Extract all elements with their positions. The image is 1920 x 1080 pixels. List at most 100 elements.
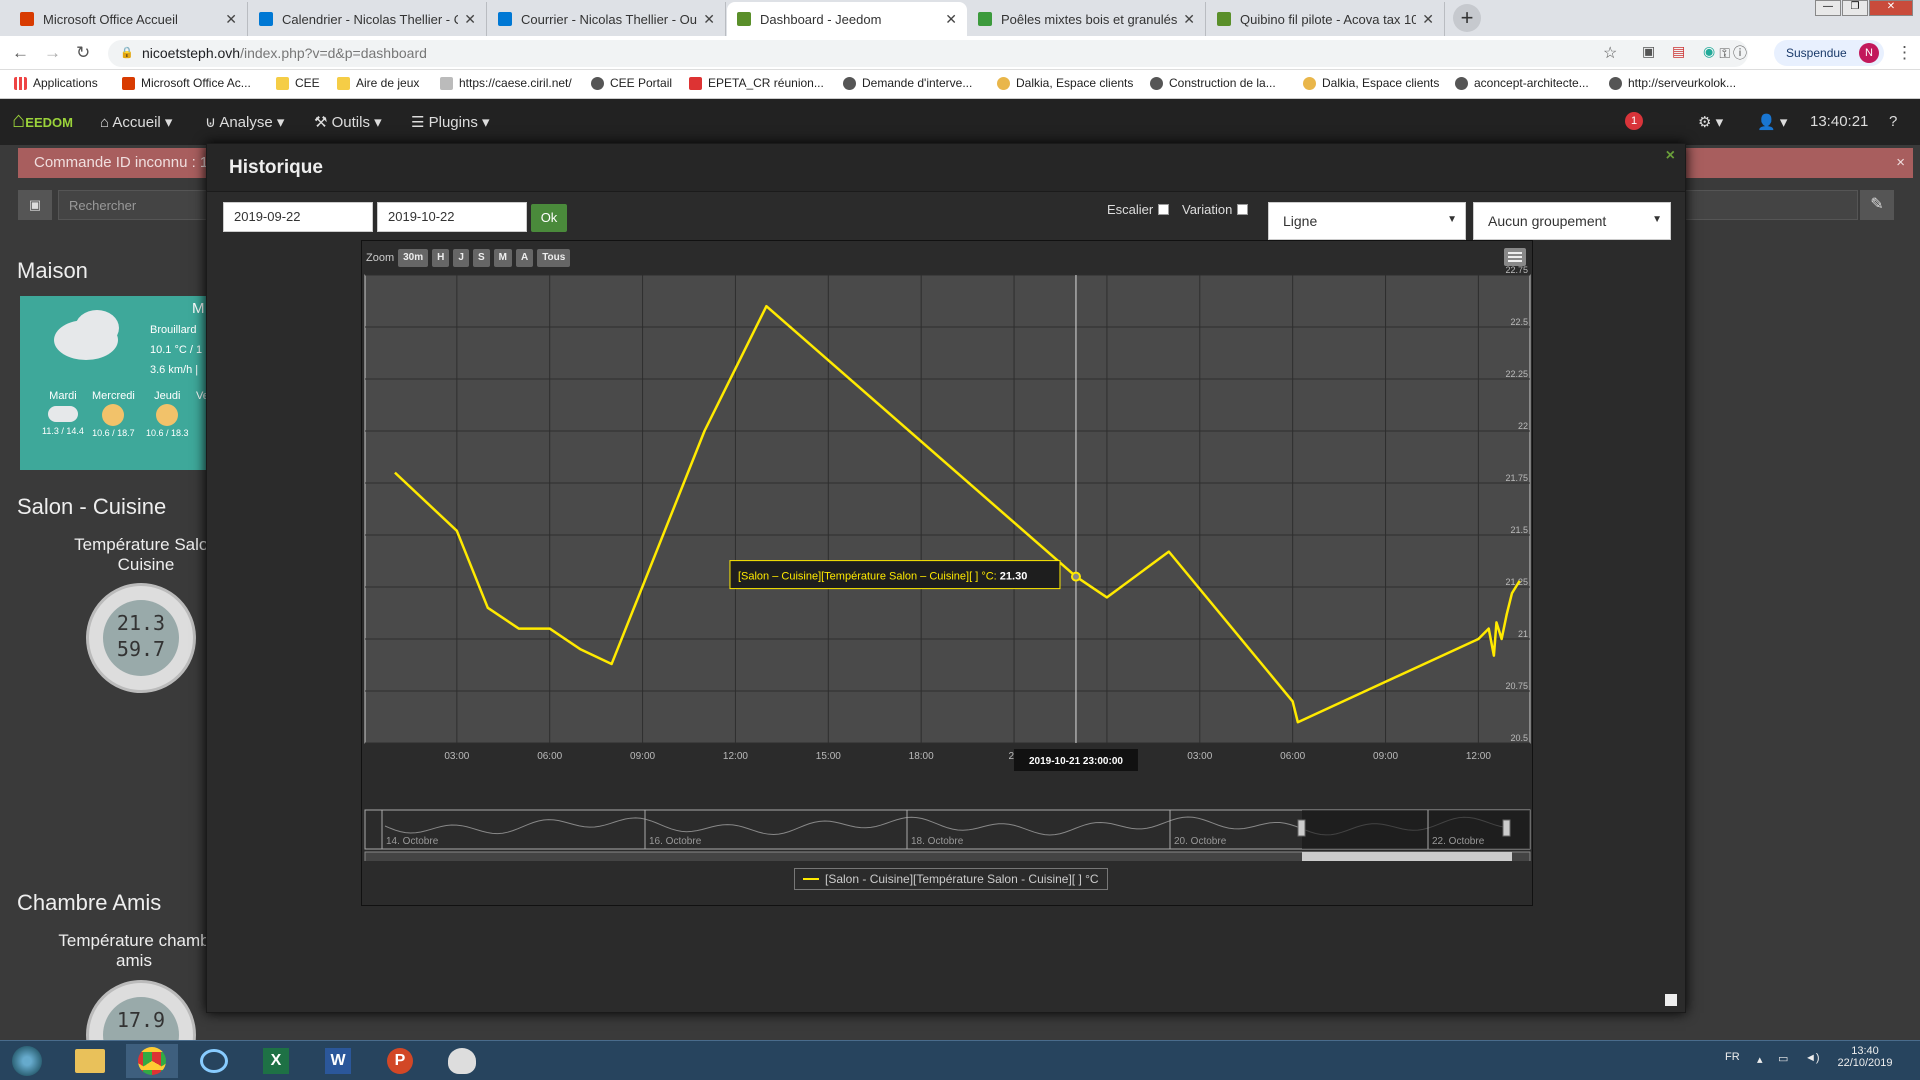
bookmark-aire-de-jeux[interactable]: Aire de jeux: [337, 76, 419, 90]
file-explorer-icon[interactable]: [64, 1044, 116, 1078]
chrome-icon[interactable]: [126, 1044, 178, 1078]
url-bar[interactable]: 🔒 nicoetsteph.ovh/index.php?v=d&p=dashbo…: [108, 40, 1748, 67]
modal-header: Historique ×: [207, 144, 1685, 192]
day-name: Jeudi: [154, 390, 181, 402]
edit-pencil-icon[interactable]: ✎: [1860, 190, 1894, 220]
folder-icon: [276, 76, 289, 90]
checkbox-box[interactable]: [1237, 204, 1249, 215]
tab-qubino[interactable]: Quibino fil pilote - Acova tax 100 ✕: [1207, 2, 1445, 36]
language-indicator[interactable]: FR: [1725, 1051, 1740, 1063]
notification-badge[interactable]: 1: [1625, 112, 1643, 130]
stair-checkbox[interactable]: Escalier: [1107, 202, 1170, 217]
close-tab-icon[interactable]: ✕: [464, 11, 476, 28]
menu-analyse[interactable]: ⊍ Analyse ▾: [205, 113, 284, 131]
navigator-handle-left[interactable]: [1297, 819, 1306, 837]
close-tab-icon[interactable]: ✕: [703, 11, 715, 28]
modal-close-icon[interactable]: ×: [1666, 147, 1675, 165]
crosshair-label: 2019-10-21 23:00:00: [1029, 756, 1123, 767]
y-tick-label: 20.5: [1510, 733, 1528, 743]
menu-label: Outils: [331, 114, 370, 131]
chart-type-select[interactable]: Ligne ▼: [1268, 202, 1466, 240]
picture-toggle-button[interactable]: ▣: [18, 190, 52, 220]
grouping-select[interactable]: Aucun groupement ▼: [1473, 202, 1671, 240]
start-button[interactable]: [2, 1044, 52, 1078]
bookmark-dalkia-1[interactable]: Dalkia, Espace clients: [997, 76, 1133, 90]
maximize-button[interactable]: ❐: [1842, 0, 1868, 16]
jeedom-logo[interactable]: ⌂EEDOM: [12, 107, 74, 137]
excel-icon[interactable]: X: [250, 1044, 302, 1078]
bookmark-serveur[interactable]: http://serveurkolok...: [1609, 76, 1736, 90]
variation-checkbox[interactable]: Variation: [1182, 202, 1249, 217]
bookmark-label: Microsoft Office Ac...: [141, 76, 251, 90]
hover-point-marker[interactable]: [1070, 571, 1081, 582]
close-tab-icon[interactable]: ✕: [225, 11, 237, 28]
bookmark-construction[interactable]: Construction de la...: [1150, 76, 1276, 90]
bookmark-epeta[interactable]: EPETA_CR réunion...: [689, 76, 824, 90]
reload-icon[interactable]: ↻: [76, 43, 90, 63]
volume-icon[interactable]: ◄): [1805, 1052, 1820, 1064]
ok-button[interactable]: Ok: [531, 204, 567, 232]
paint-icon[interactable]: [436, 1044, 488, 1078]
settings-gears-icon[interactable]: ⚙ ▾: [1698, 113, 1723, 131]
back-icon[interactable]: ←: [12, 43, 29, 63]
address-toolbar: ← → ↻ 🔒 nicoetsteph.ovh/index.php?v=d&p=…: [0, 36, 1920, 70]
bookmark-demande[interactable]: Demande d'interve...: [843, 76, 972, 90]
alert-close-icon[interactable]: ×: [1896, 154, 1905, 171]
tab-poeles[interactable]: Poêles mixtes bois et granulés : C ✕: [968, 2, 1206, 36]
close-tab-icon[interactable]: ✕: [1422, 11, 1434, 28]
menu-plugins[interactable]: ☰ Plugins ▾: [411, 113, 490, 131]
close-tab-icon[interactable]: ✕: [1183, 11, 1195, 28]
word-icon[interactable]: W: [312, 1044, 364, 1078]
resize-handle-icon[interactable]: [1665, 994, 1677, 1006]
minimize-button[interactable]: —: [1815, 0, 1841, 16]
menu-dots-icon[interactable]: ⋮: [1896, 43, 1913, 63]
thermometer-widget: 21.3 59.7: [86, 583, 196, 693]
navigator-handle-right[interactable]: [1502, 819, 1511, 837]
tray-arrow-icon[interactable]: ▴: [1757, 1053, 1763, 1066]
checkbox-box[interactable]: [1158, 204, 1170, 215]
bookmark-cee-portail[interactable]: CEE Portail: [591, 76, 672, 90]
menu-label: Accueil: [112, 114, 161, 131]
menu-outils[interactable]: ⚒ Outils ▾: [314, 113, 382, 131]
info-icon[interactable]: ⓘ: [1733, 43, 1747, 63]
tab-mail[interactable]: Courrier - Nicolas Thellier - Outlo ✕: [488, 2, 726, 36]
network-icon[interactable]: ▭: [1778, 1052, 1788, 1065]
profile-button[interactable]: Suspendue N: [1774, 40, 1884, 66]
menu-accueil[interactable]: ⌂ Accueil ▾: [100, 113, 172, 131]
chart-legend-item[interactable]: [Salon - Cuisine][Température Salon - Cu…: [794, 868, 1108, 890]
powerpoint-icon[interactable]: P: [374, 1044, 426, 1078]
taskbar-clock[interactable]: 13:40 22/10/2019: [1830, 1045, 1900, 1069]
user-icon[interactable]: 👤 ▾: [1757, 113, 1787, 131]
bookmark-office[interactable]: Microsoft Office Ac...: [122, 76, 251, 90]
bookmark-caese[interactable]: https://caese.ciril.net/: [440, 76, 572, 90]
navigator-selected-range[interactable]: [1302, 810, 1530, 849]
pdf-extension-icon[interactable]: ▤: [1672, 43, 1685, 60]
x-tick-label: 12:00: [723, 751, 748, 762]
star-icon[interactable]: ☆: [1603, 43, 1617, 63]
chart-canvas[interactable]: 20.520.752121.2521.521.752222.2522.522.7…: [362, 241, 1534, 861]
fog-icon-part: [75, 310, 119, 346]
bookmark-label: Dalkia, Espace clients: [1322, 76, 1440, 90]
tab-calendar[interactable]: Calendrier - Nicolas Thellier - Out ✕: [249, 2, 487, 36]
forward-icon[interactable]: →: [44, 43, 61, 63]
tab-office[interactable]: Microsoft Office Accueil ✕: [10, 2, 248, 36]
y-tick-label: 21: [1518, 629, 1528, 639]
bookmark-aconcept[interactable]: aconcept-architecte...: [1455, 76, 1589, 90]
chrome-extension-icon[interactable]: ◉: [1703, 43, 1715, 60]
globe-icon: [1609, 76, 1622, 90]
new-tab-button[interactable]: +: [1453, 4, 1481, 32]
bookmark-dalkia-2[interactable]: Dalkia, Espace clients: [1303, 76, 1439, 90]
y-tick-label: 22: [1518, 421, 1528, 431]
close-window-button[interactable]: ✕: [1869, 0, 1913, 16]
tab-jeedom-dashboard[interactable]: Dashboard - Jeedom ✕: [727, 2, 967, 36]
navigator-scrollbar-thumb[interactable]: [1302, 852, 1512, 861]
help-icon[interactable]: ?: [1889, 113, 1897, 130]
date-start-input[interactable]: 2019-09-22: [223, 202, 373, 232]
bookmark-cee[interactable]: CEE: [276, 76, 320, 90]
bookmark-apps[interactable]: Applications: [14, 76, 98, 90]
key-icon[interactable]: ⚿: [1719, 40, 1730, 67]
close-tab-icon[interactable]: ✕: [945, 11, 957, 28]
date-end-input[interactable]: 2019-10-22: [377, 202, 527, 232]
remote-desktop-icon[interactable]: [188, 1044, 240, 1078]
extension-icon[interactable]: ▣: [1642, 43, 1655, 60]
